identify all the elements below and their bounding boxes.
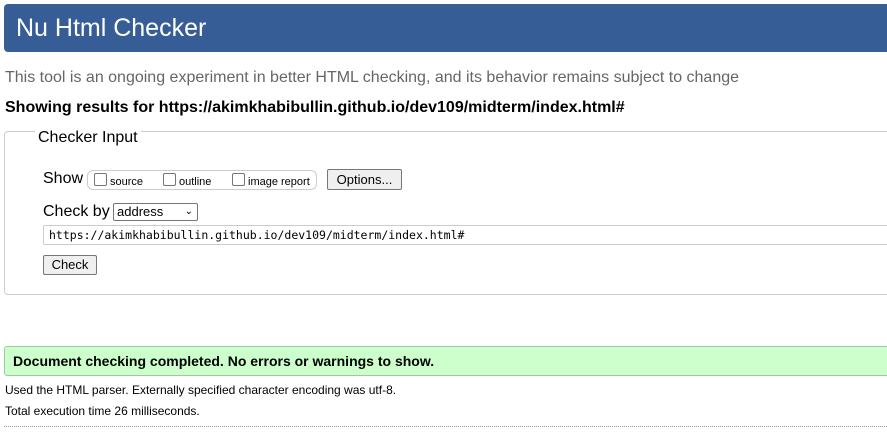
- execution-time: Total execution time 26 milliseconds.: [5, 404, 200, 418]
- show-options-group: source outline image report: [87, 170, 317, 190]
- image-report-checkbox-label: image report: [248, 176, 310, 188]
- check-by-label: Check by: [43, 203, 110, 220]
- image-report-checkbox[interactable]: image report: [232, 173, 310, 189]
- checkbox-icon[interactable]: [94, 173, 107, 186]
- chevron-down-icon: ⌄: [184, 206, 193, 217]
- success-message: Document checking completed. No errors o…: [13, 353, 435, 369]
- check-by-select[interactable]: address ⌄: [113, 203, 198, 221]
- divider: [4, 426, 887, 427]
- url-input[interactable]: https://akimkhabibullin.github.io/dev109…: [43, 225, 887, 245]
- outline-checkbox[interactable]: outline: [163, 173, 211, 189]
- outline-checkbox-label: outline: [179, 176, 212, 188]
- check-by-value: address: [117, 204, 164, 219]
- checkbox-icon[interactable]: [163, 173, 176, 186]
- parser-info: Used the HTML parser. Externally specifi…: [5, 383, 397, 397]
- showing-results-heading: Showing results for https://akimkhabibul…: [5, 99, 625, 116]
- checkbox-icon[interactable]: [232, 173, 245, 186]
- source-checkbox[interactable]: source: [94, 173, 143, 189]
- check-button[interactable]: Check: [43, 255, 97, 275]
- tagline: This tool is an ongoing experiment in be…: [5, 69, 740, 86]
- app-title: Nu Html Checker: [16, 14, 207, 42]
- show-label: Show: [43, 170, 84, 187]
- success-message-box: Document checking completed. No errors o…: [4, 346, 887, 376]
- source-checkbox-label: source: [110, 176, 144, 188]
- options-button[interactable]: Options...: [327, 169, 402, 190]
- header-bar: Nu Html Checker: [4, 4, 887, 52]
- checker-input-legend: Checker Input: [35, 129, 141, 147]
